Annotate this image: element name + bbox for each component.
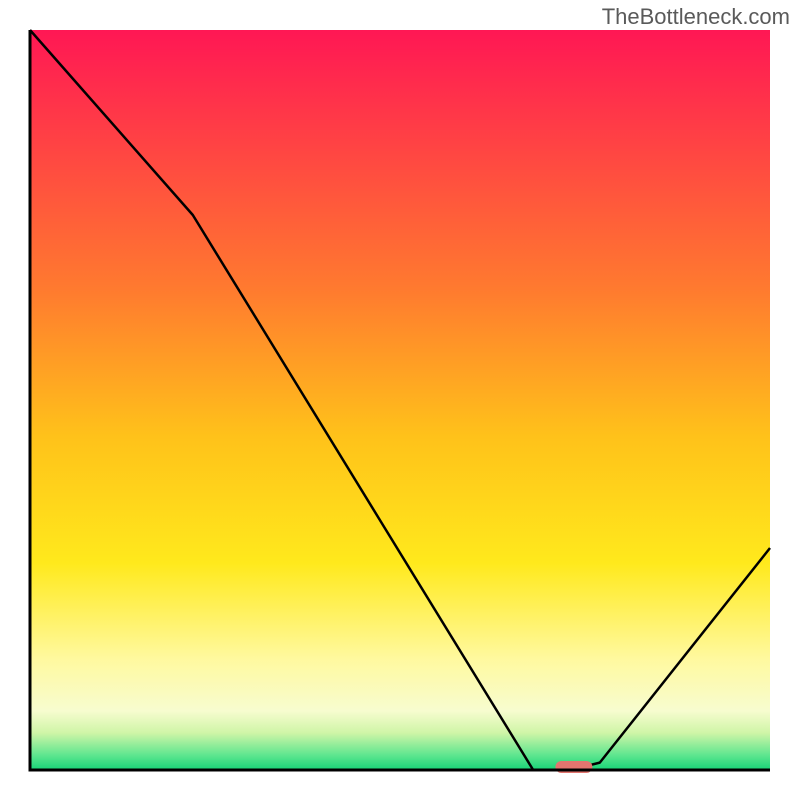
- watermark-text: TheBottleneck.com: [602, 4, 790, 30]
- chart-canvas: [0, 0, 800, 800]
- gradient-background: [30, 30, 770, 770]
- bottleneck-chart: TheBottleneck.com: [0, 0, 800, 800]
